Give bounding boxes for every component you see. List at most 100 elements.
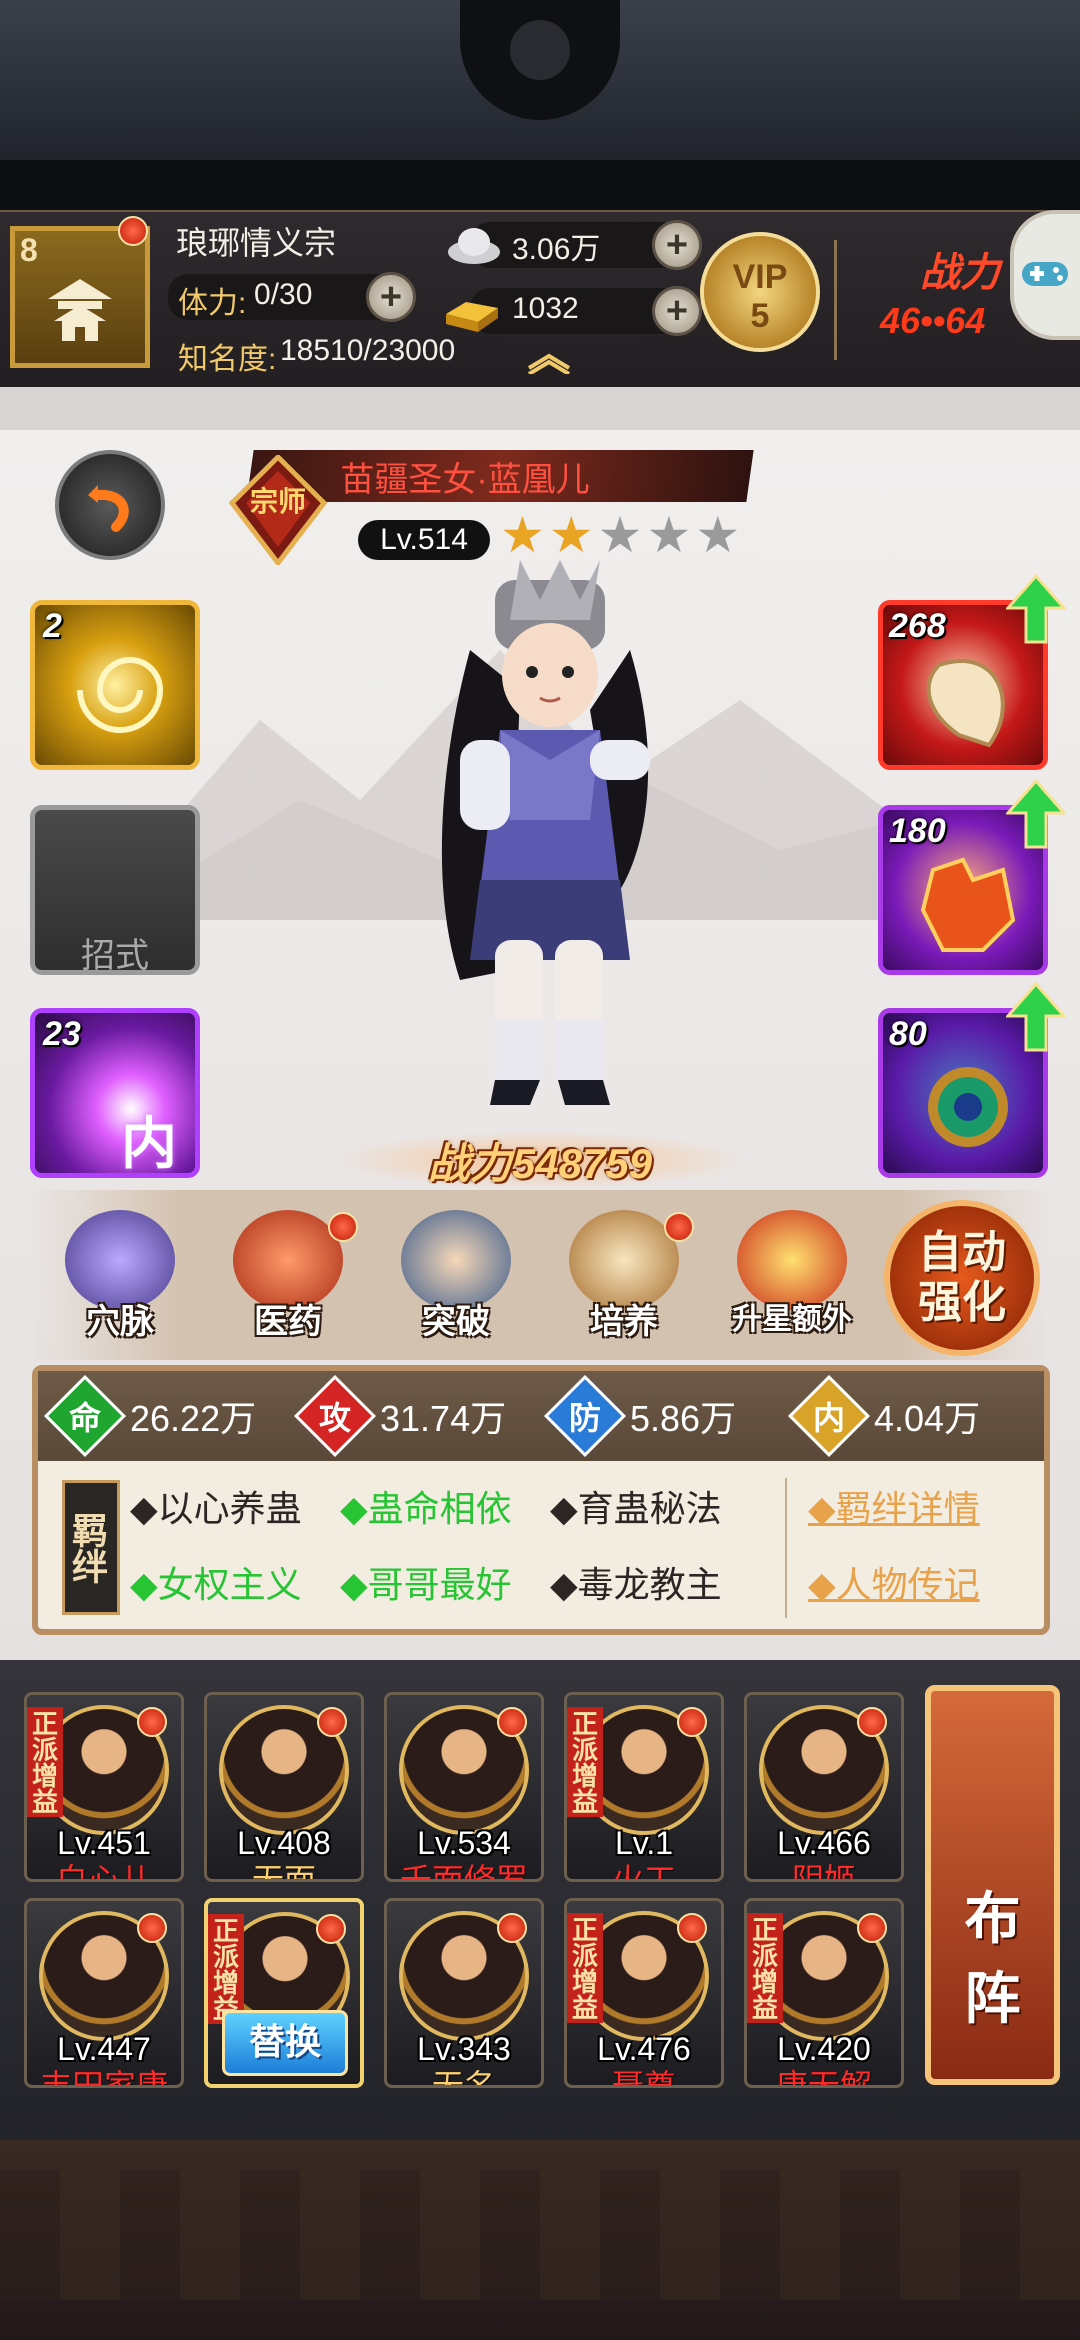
add-gold-button[interactable]: + bbox=[652, 286, 702, 336]
roster-card[interactable]: Lv.534 千面修罗 bbox=[384, 1692, 544, 1882]
roster-card[interactable]: 正派增益 Lv.420 唐无解 bbox=[744, 1898, 904, 2088]
upgrade-arrow-icon bbox=[1006, 574, 1066, 644]
slot-label: 内 bbox=[121, 1112, 177, 1175]
swap-button[interactable]: 替换 bbox=[222, 2010, 348, 2076]
slot-count: 2 bbox=[43, 607, 62, 645]
bond-item: ◆毒龙教主 bbox=[550, 1564, 722, 1605]
righteous-buff-tag: 正派增益 bbox=[747, 1913, 783, 2023]
inner-skill-slot[interactable]: 23 内 bbox=[30, 1008, 200, 1178]
star-extra-button[interactable]: 升星额外 bbox=[722, 1210, 862, 1360]
gold-ingot-icon bbox=[446, 302, 498, 332]
notification-dot bbox=[677, 1707, 707, 1737]
expand-chevron-icon[interactable] bbox=[524, 348, 574, 374]
move-skill-slot[interactable]: 招式 bbox=[30, 805, 200, 975]
breakthrough-button[interactable]: 突破 bbox=[386, 1210, 526, 1360]
slot-count: 268 bbox=[889, 607, 946, 645]
silver-amount: 3.06万 bbox=[512, 233, 601, 266]
hero-name: 苗疆圣女·蓝凰儿 bbox=[340, 461, 590, 499]
slot-count: 180 bbox=[889, 812, 946, 850]
hero-battle-power: 战力548759 bbox=[330, 1130, 750, 1190]
bond-item: ◆蛊命相依 bbox=[340, 1488, 512, 1529]
stat-value: 4.04万 bbox=[874, 1398, 981, 1439]
roster-card[interactable]: Lv.447 丰田家康 bbox=[24, 1898, 184, 2088]
power-label: 战力 bbox=[920, 251, 1000, 295]
notification-dot bbox=[137, 1913, 167, 1943]
stamina-label: 体力: bbox=[178, 287, 247, 320]
silver-ingot-icon bbox=[448, 228, 500, 264]
star-icon-filled: ★ bbox=[548, 507, 594, 563]
formation-line2: 阵 bbox=[964, 1967, 1021, 2030]
formation-button[interactable]: 布 阵 bbox=[925, 1685, 1060, 2085]
bond-item: ◆女权主义 bbox=[130, 1564, 302, 1605]
card-name: 火工 bbox=[611, 1862, 676, 1882]
back-arrow-icon bbox=[88, 485, 129, 532]
bond-item: ◆哥哥最好 bbox=[340, 1564, 512, 1605]
roster-card[interactable]: 正派增益 Lv.1 火工 bbox=[564, 1692, 724, 1882]
roster-card[interactable]: Lv.408 无面 bbox=[204, 1692, 364, 1882]
card-name: 唐无解 bbox=[775, 2068, 872, 2088]
notification-dot bbox=[664, 1212, 694, 1242]
func-label: 医药 bbox=[254, 1303, 322, 1341]
vip-level: 5 bbox=[750, 297, 770, 335]
vip-badge[interactable]: VIP 5 bbox=[700, 232, 820, 352]
meridian-button[interactable]: 穴脉 bbox=[50, 1210, 190, 1360]
medicine-button[interactable]: 医药 bbox=[218, 1210, 358, 1360]
jade-pendant-icon bbox=[928, 1067, 1008, 1147]
notification-dot bbox=[497, 1707, 527, 1737]
vip-label: VIP bbox=[732, 258, 788, 296]
card-name: 无名 bbox=[431, 2068, 496, 2088]
armor-icon bbox=[920, 857, 1016, 952]
roof-beam bbox=[0, 160, 1080, 210]
hp-gem-icon: 命 bbox=[43, 1374, 127, 1458]
roster-card-selected[interactable]: 正派增益 替换 bbox=[204, 1898, 364, 2088]
righteous-buff-tag: 正派增益 bbox=[27, 1707, 63, 1817]
star-icon-empty: ★ bbox=[597, 507, 643, 563]
righteous-buff-tag: 正派增益 bbox=[567, 1913, 603, 2023]
guild-name: 琅琊情义宗 bbox=[176, 225, 337, 261]
separator-strip bbox=[0, 387, 1080, 430]
righteous-buff-tag: 正派增益 bbox=[567, 1707, 603, 1817]
martial-skill-slot[interactable]: 2 bbox=[30, 600, 200, 770]
gamepad-float-button[interactable] bbox=[1010, 210, 1080, 340]
attack-gem-icon: 攻 bbox=[293, 1374, 377, 1458]
card-name: 阴姬 bbox=[791, 1862, 856, 1882]
conch-icon bbox=[926, 659, 1005, 748]
roster-card[interactable]: Lv.466 阴姬 bbox=[744, 1692, 904, 1882]
notification-dot bbox=[137, 1707, 167, 1737]
card-name: 白心儿 bbox=[55, 1862, 152, 1882]
card-name: 聂尊 bbox=[611, 2068, 676, 2088]
add-silver-button[interactable]: + bbox=[652, 220, 702, 270]
roster-card[interactable]: 正派增益 Lv.476 聂尊 bbox=[564, 1898, 724, 2088]
fame-label: 知名度: bbox=[178, 343, 277, 376]
upgrade-arrow-icon bbox=[1006, 779, 1066, 849]
biography-link[interactable]: ◆人物传记 bbox=[808, 1556, 980, 1608]
fame-value: 18510/23000 bbox=[280, 334, 456, 367]
add-stamina-button[interactable]: + bbox=[366, 272, 416, 322]
floor-decoration bbox=[0, 2140, 1080, 2340]
notification-dot bbox=[317, 1707, 347, 1737]
train-button[interactable]: 培养 bbox=[554, 1210, 694, 1360]
pagoda-icon bbox=[48, 279, 112, 341]
stat-hp: 命 26.22万 bbox=[43, 1374, 256, 1458]
stat-attack: 攻 31.74万 bbox=[293, 1374, 507, 1458]
hero-level: Lv.514 bbox=[358, 520, 490, 560]
back-button[interactable] bbox=[55, 450, 165, 560]
notification-dot bbox=[316, 1914, 346, 1944]
auto-enhance-button[interactable]: 自动 强化 bbox=[884, 1200, 1040, 1356]
roof-ornament bbox=[460, 0, 620, 120]
notification-dot bbox=[677, 1913, 707, 1943]
notification-dot bbox=[497, 1913, 527, 1943]
roster-card[interactable]: Lv.343 无名 bbox=[384, 1898, 544, 2088]
slot-count: 23 bbox=[43, 1015, 81, 1053]
roster-card[interactable]: 正派增益 Lv.451 白心儿 bbox=[24, 1692, 184, 1882]
star-icon-empty: ★ bbox=[695, 507, 741, 563]
bond-divider bbox=[785, 1478, 787, 1618]
func-label: 升星额外 bbox=[732, 1303, 852, 1336]
stat-value: 31.74万 bbox=[380, 1398, 507, 1439]
upgrade-arrow-icon bbox=[1006, 982, 1066, 1052]
inner-gem-icon: 内 bbox=[787, 1374, 871, 1458]
bond-details-link[interactable]: ◆羁绊详情 bbox=[808, 1480, 980, 1532]
stat-inner: 内 4.04万 bbox=[787, 1374, 981, 1458]
func-label: 穴脉 bbox=[86, 1303, 154, 1341]
card-name: 千面修罗 bbox=[399, 1862, 528, 1882]
